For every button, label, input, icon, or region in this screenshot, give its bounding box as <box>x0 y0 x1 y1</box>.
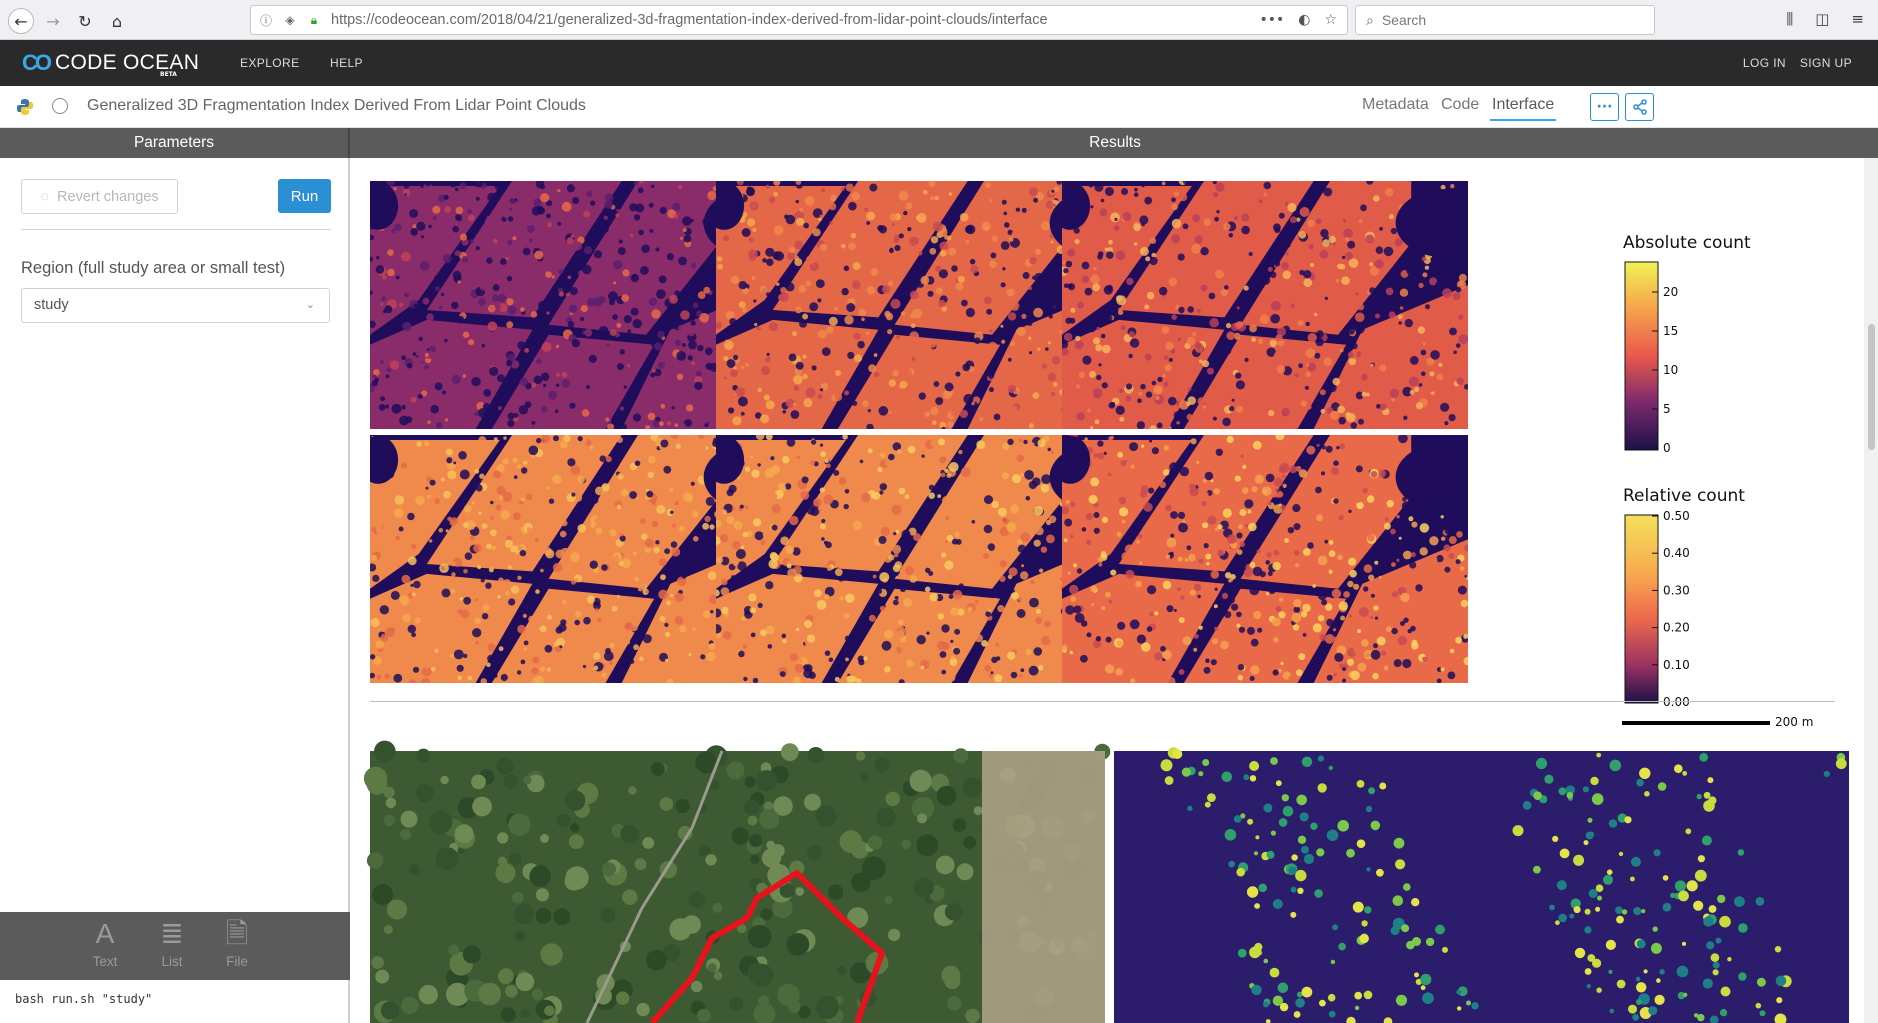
format-list-label: List <box>161 954 183 969</box>
forward-icon[interactable]: → <box>40 8 66 34</box>
format-text-button[interactable]: A Text <box>85 918 125 969</box>
divider <box>21 229 331 230</box>
address-bar[interactable]: ⓘ ◈ 🔒︎ https://codeocean.com/2018/04/21/… <box>250 5 1348 35</box>
absolute-tick-label: 0 <box>1663 441 1671 455</box>
relative-tick-label: 0.50 <box>1663 509 1690 523</box>
raster-tile <box>1062 435 1468 683</box>
colorbar-relative <box>1624 514 1659 704</box>
tracking-shield-icon[interactable]: ◈ <box>281 13 299 27</box>
text-format-icon: A <box>95 918 115 949</box>
relative-tick-label: 0.00 <box>1663 695 1690 709</box>
page-actions-icon[interactable]: ••• <box>1259 12 1284 28</box>
format-list-button[interactable]: ≣ List <box>152 918 192 969</box>
results-panel: Absolute count 20 15 10 5 0 Relative count 0… <box>352 158 1878 1023</box>
absolute-tick-label: 5 <box>1663 402 1671 416</box>
url-text[interactable]: https://codeocean.com/2018/04/21/general… <box>331 12 1259 28</box>
legend-relative-title: Relative count <box>1623 486 1745 506</box>
command-line: bash run.sh "study" <box>15 992 153 1006</box>
python-icon <box>17 99 33 115</box>
browser-search-input[interactable]: ⌕ Search <box>1355 5 1655 35</box>
tab-metadata[interactable]: Metadata <box>1362 96 1429 114</box>
region-select[interactable]: study ⌄ <box>21 288 330 323</box>
tab-interface[interactable]: Interface <box>1490 96 1557 121</box>
absolute-tick-label: 15 <box>1663 324 1678 338</box>
sidebar-icon[interactable]: ◫ <box>1815 10 1829 28</box>
relative-tick-label: 0.20 <box>1663 621 1690 635</box>
back-icon[interactable]: ← <box>8 8 34 34</box>
share-icon[interactable] <box>1625 93 1654 121</box>
scale-bar-line <box>1622 721 1770 725</box>
absolute-tick-label: 20 <box>1663 285 1678 299</box>
legend-relative: Relative count 0.50 0.40 0.30 0.20 0.10 0.00 <box>1623 486 1745 709</box>
scale-bar-label: 200 m <box>1775 715 1813 729</box>
results-scrollbar[interactable] <box>1864 158 1878 1023</box>
revert-changes-button[interactable]: ◌ Revert changes <box>21 179 178 214</box>
relative-tick-label: 0.40 <box>1663 546 1690 560</box>
format-toolbar: A Text ≣ List 🗎︎ File <box>0 912 350 980</box>
reload-icon[interactable]: ↻ <box>72 8 98 34</box>
beta-badge: BETA <box>160 71 177 78</box>
pocket-icon[interactable]: ◐ <box>1298 12 1310 28</box>
panel-header-bar: Parameters Results <box>0 128 1878 158</box>
search-placeholder: Search <box>1381 12 1427 28</box>
info-icon[interactable]: ⓘ <box>257 12 275 29</box>
results-figure: Absolute count 20 15 10 5 0 Relative count 0… <box>363 181 1849 1023</box>
home-icon[interactable]: ⌂ <box>104 8 130 34</box>
menu-icon[interactable]: ≡ <box>1851 10 1864 28</box>
capsule-bar: Generalized 3D Fragmentation Index Deriv… <box>0 86 1878 128</box>
region-label: Region (full study area or small test) <box>21 259 286 277</box>
revert-icon: ◌ <box>40 188 50 205</box>
open-area <box>370 181 399 230</box>
open-area <box>1395 443 1468 512</box>
colorbar-absolute <box>1624 261 1659 451</box>
chevron-down-icon: ⌄ <box>305 299 315 311</box>
open-area <box>1395 189 1468 258</box>
format-file-button[interactable]: 🗎︎ File <box>217 918 257 969</box>
tab-code[interactable]: Code <box>1441 96 1479 114</box>
results-divider <box>370 701 1835 702</box>
run-button[interactable]: Run <box>278 179 331 213</box>
field-area <box>982 751 1105 1023</box>
relative-tick-label: 0.30 <box>1663 583 1690 597</box>
nav-help[interactable]: HELP <box>330 56 363 70</box>
legend-absolute-title: Absolute count <box>1623 233 1751 253</box>
more-options-icon[interactable]: ··· <box>1590 93 1619 121</box>
revert-label: Revert changes <box>57 188 159 205</box>
parameters-panel: ◌ Revert changes Run Region (full study … <box>0 158 350 1023</box>
green-raster-preview <box>1114 747 1849 1023</box>
nav-explore[interactable]: EXPLORE <box>240 56 300 70</box>
lock-icon[interactable]: 🔒︎ <box>305 13 323 28</box>
library-icon[interactable]: ⫼ <box>1786 10 1793 28</box>
open-area <box>370 435 399 484</box>
relative-tick-label: 0.10 <box>1663 658 1690 672</box>
format-file-label: File <box>226 954 248 969</box>
search-icon: ⌕ <box>1366 11 1374 28</box>
raster-tile <box>1062 181 1468 429</box>
list-format-icon: ≣ <box>160 918 184 949</box>
file-format-icon: 🗎︎ <box>225 918 249 949</box>
aerial-photo-preview <box>363 740 1111 1023</box>
logo-mark-icon: CO <box>22 50 52 75</box>
results-header: Results <box>1089 134 1141 151</box>
scrollbar-thumb[interactable] <box>1868 324 1875 450</box>
signup-link[interactable]: SIGN UP <box>1800 56 1852 70</box>
absolute-tick-label: 10 <box>1663 363 1678 377</box>
browser-toolbar: ← → ↻ ⌂ ⓘ ◈ 🔒︎ https://codeocean.com/201… <box>0 0 1878 40</box>
globe-icon[interactable] <box>52 98 68 114</box>
bookmark-star-icon[interactable]: ☆ <box>1324 12 1337 28</box>
scale-bar: 200 m <box>1622 715 1813 729</box>
format-text-label: Text <box>92 954 118 969</box>
capsule-title: Generalized 3D Fragmentation Index Deriv… <box>87 97 586 114</box>
parameters-header: Parameters <box>0 128 350 158</box>
logo-text: CODE OCEAN <box>55 51 200 74</box>
login-link[interactable]: LOG IN <box>1743 56 1786 70</box>
region-value: study <box>34 297 69 313</box>
legend-absolute: Absolute count 20 15 10 5 0 <box>1623 233 1751 455</box>
app-header: CO CODE OCEAN BETA EXPLORE HELP LOG IN S… <box>0 40 1878 86</box>
